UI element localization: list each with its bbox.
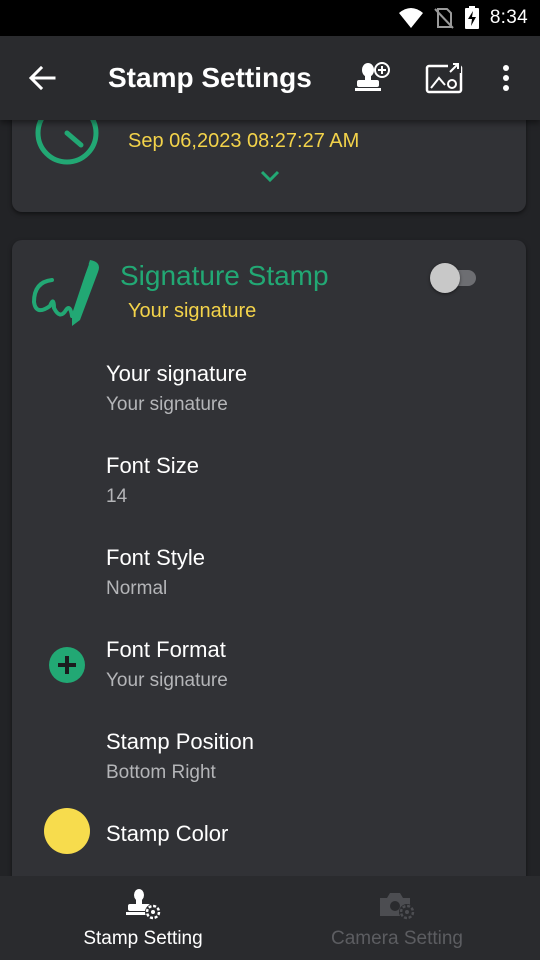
setting-font-format[interactable]: Font Format Your signature (12, 636, 526, 728)
datetime-stamp-card: Sep 06,2023 08:27:27 AM (12, 120, 526, 212)
setting-value: Normal (106, 578, 168, 599)
nav-label: Stamp Setting (83, 928, 203, 949)
signature-stamp-toggle[interactable] (430, 262, 478, 293)
signature-stamp-title: Signature Stamp (120, 260, 329, 291)
setting-label: Stamp Color (106, 821, 229, 846)
toggle-thumb (430, 263, 460, 293)
signature-pen-icon (31, 260, 99, 326)
status-time: 8:34 (489, 7, 528, 28)
nav-label: Camera Setting (330, 928, 463, 949)
datetime-value: Sep 06,2023 08:27:27 AM (128, 130, 360, 152)
bottom-nav: Stamp Setting Camera Setting (0, 876, 540, 960)
setting-value: Bottom Right (106, 762, 216, 783)
image-settings-icon[interactable] (424, 60, 464, 96)
signature-stamp-card: Signature Stamp Your signature Your sign… (12, 240, 526, 876)
screen: 8:34 Stamp Settings Sep 06,2023 08:27:27… (0, 0, 540, 960)
setting-label: Font Size (106, 453, 199, 478)
setting-label: Your signature (106, 361, 248, 386)
setting-stamp-color[interactable]: Stamp Color (12, 808, 526, 876)
status-bar: 8:34 (0, 0, 540, 36)
setting-font-style[interactable]: Font Style Normal (12, 544, 526, 636)
setting-stamp-position[interactable]: Stamp Position Bottom Right (12, 728, 526, 820)
more-vert-icon[interactable] (494, 60, 518, 96)
setting-value: Your signature (106, 394, 228, 415)
setting-value: Your signature (106, 670, 228, 691)
camera-settings-icon (380, 893, 415, 920)
stamp-settings-icon (126, 889, 161, 920)
setting-font-size[interactable]: Font Size 14 (12, 452, 526, 544)
setting-label: Font Format (106, 637, 226, 662)
setting-label: Font Style (106, 545, 206, 570)
back-arrow-icon[interactable] (24, 60, 60, 96)
wifi-icon (398, 8, 423, 28)
signature-stamp-subtitle: Your signature (128, 300, 257, 322)
plus-circle-icon (49, 647, 85, 683)
setting-value: 14 (106, 486, 128, 507)
setting-label: Stamp Position (106, 729, 254, 754)
stamp-color-swatch (44, 808, 90, 854)
nav-stamp-setting[interactable]: Stamp Setting (8, 876, 278, 960)
nav-camera-setting[interactable]: Camera Setting (262, 876, 532, 960)
chevron-down-icon[interactable] (258, 168, 282, 184)
app-bar: Stamp Settings (0, 36, 540, 120)
battery-charging-icon (464, 6, 479, 29)
add-stamp-icon[interactable] (352, 60, 392, 96)
settings-scroll-area[interactable]: Sep 06,2023 08:27:27 AM Signature Stamp … (0, 120, 540, 876)
no-sim-icon (434, 8, 454, 29)
setting-your-signature[interactable]: Your signature Your signature (12, 360, 526, 452)
clock-icon (35, 120, 99, 165)
page-title: Stamp Settings (108, 62, 312, 93)
